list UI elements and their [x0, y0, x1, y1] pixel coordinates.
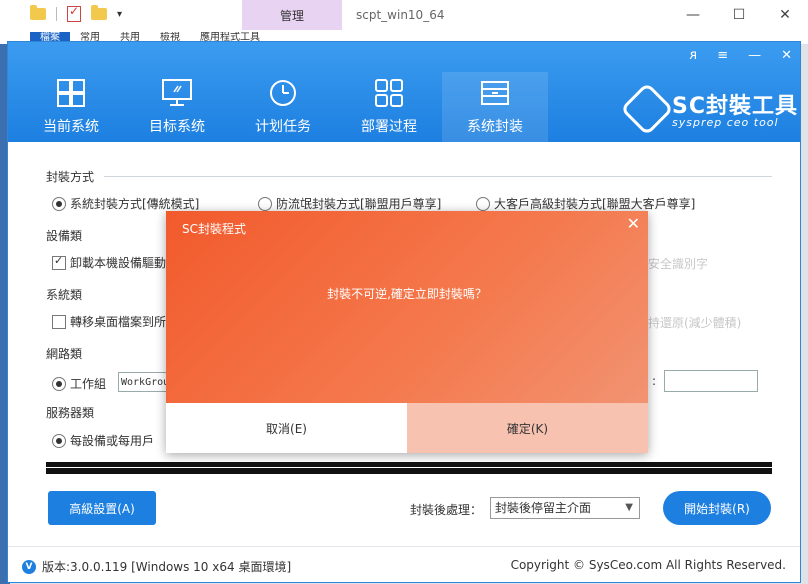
nav-target-system[interactable]: 目标系统	[124, 72, 230, 142]
dialog-message: 封裝不可逆,確定立即封裝嗎？	[327, 287, 487, 301]
dialog-title: SC封裝程式	[182, 222, 246, 236]
section-title-network: 網路類	[46, 347, 83, 361]
dialog-body: SC封裝程式 ✕ 封裝不可逆,確定立即封裝嗎？	[166, 211, 648, 403]
new-folder-icon[interactable]	[91, 5, 107, 20]
checkbox[interactable]	[52, 254, 66, 270]
confirm-button[interactable]: 確定(K)	[407, 403, 648, 453]
radio-button[interactable]	[52, 433, 66, 448]
brand-subtitle: sysprep ceo tool	[672, 116, 779, 129]
main-nav: 当前系统 目标系统 计划任务 部署过程 系统封装	[18, 72, 548, 142]
windows-icon	[57, 79, 85, 107]
divider	[104, 176, 772, 177]
radio-button[interactable]	[258, 196, 272, 211]
version-text: 版本:3.0.0.119 [Windows 10 x64 桌面環境]	[42, 560, 292, 574]
progress-bar	[46, 462, 772, 474]
field-colon: :	[652, 374, 657, 388]
app-close-button[interactable]: ✕	[781, 48, 792, 63]
nav-label: 系统封装	[467, 119, 523, 135]
properties-icon[interactable]	[67, 4, 81, 22]
footer-divider	[8, 546, 800, 547]
start-package-button[interactable]: 開始封裝(R)	[663, 491, 771, 525]
radio-label: 大客戶高級封裝方式[聯盟大客戶尊享]	[494, 197, 696, 211]
copyright-text: Copyright © SysCeo.com All Rights Reserv…	[510, 558, 786, 572]
quick-access-toolbar: ▾	[30, 4, 122, 22]
radio-label: 系統封裝方式[傳統模式]	[70, 197, 200, 211]
checkbox-label: 卸載本機設備驅動	[70, 256, 167, 270]
radio-enterprise[interactable]: 大客戶高級封裝方式[聯盟大客戶尊享]	[476, 195, 695, 212]
brand-text: SC封裝工具 sysprep ceo tool	[672, 88, 798, 129]
section-title-system: 系統類	[46, 288, 83, 302]
dropdown-arrow-icon[interactable]: ▾	[117, 9, 122, 20]
nav-label: 计划任务	[255, 119, 311, 135]
version-icon: V	[22, 559, 36, 574]
nav-scheduled-tasks[interactable]: 计划任务	[230, 72, 336, 142]
maximize-button[interactable]: ☐	[716, 0, 762, 30]
folder-icon[interactable]	[30, 5, 46, 20]
cancel-button[interactable]: 取消(E)	[166, 403, 407, 453]
explorer-window-controls: — ☐ ✕	[670, 0, 808, 30]
radio-workgroup[interactable]: 工作組	[52, 375, 106, 392]
nav-current-system[interactable]: 当前系统	[18, 72, 124, 142]
faded-option-label: 持還原(減少體積)	[648, 316, 742, 330]
close-icon[interactable]: ✕	[627, 214, 640, 233]
section-title-device: 設備類	[46, 229, 83, 243]
checkbox-uninstall-drivers[interactable]: 卸載本機設備驅動	[52, 254, 166, 271]
context-tab-manage[interactable]: 管理	[242, 0, 342, 30]
explorer-title-bar: ▾ 管理 scpt_win10_64 — ☐ ✕ 檔案 常用 共用 檢視 應用程…	[0, 0, 808, 44]
version-info: V 版本:3.0.0.119 [Windows 10 x64 桌面環境]	[22, 558, 291, 575]
app-minimize-button[interactable]: —	[748, 48, 761, 63]
radio-anti-rogue[interactable]: 防流氓封裝方式[聯盟用戶尊享]	[258, 195, 441, 212]
close-button[interactable]: ✕	[762, 0, 808, 30]
brand: SC封裝工具 sysprep ceo tool	[620, 81, 798, 136]
nav-system-package[interactable]: 系统封装	[442, 72, 548, 142]
select-value: 封裝後停留主介面	[495, 501, 592, 515]
checkbox[interactable]	[52, 314, 66, 329]
separator-icon	[56, 7, 57, 21]
section-title-server: 服務器類	[46, 406, 95, 420]
monitor-icon	[162, 79, 192, 106]
menu-icon[interactable]: ≡	[717, 48, 728, 63]
nav-deploy-process[interactable]: 部署过程	[336, 72, 442, 142]
radio-per-device[interactable]: 每設備或每用戶	[52, 432, 154, 449]
checkbox-label: 轉移桌面檔案到所	[70, 315, 167, 329]
grid-icon	[375, 79, 403, 107]
faded-option-label: 安全識別字	[648, 257, 709, 271]
clock-icon	[270, 80, 296, 106]
after-pack-label: 封裝後處理：	[410, 503, 483, 517]
after-pack-select[interactable]: 封裝後停留主介面 ▼	[490, 497, 640, 519]
network-right-input[interactable]	[664, 370, 758, 392]
app-header: ᴙ ≡ — ✕ 当前系统 目标系统 计划任务 部署过程 系统封装 SC封裝工具 …	[8, 42, 800, 142]
radio-button[interactable]	[52, 376, 66, 391]
radio-label: 工作組	[70, 377, 107, 391]
radio-traditional[interactable]: 系統封裝方式[傳統模式]	[52, 195, 199, 212]
explorer-window-title: scpt_win10_64	[356, 8, 445, 22]
radio-button[interactable]	[476, 196, 490, 211]
advanced-settings-button[interactable]: 高級設置(A)	[48, 491, 156, 525]
nav-label: 当前系统	[43, 119, 99, 135]
radio-label: 防流氓封裝方式[聯盟用戶尊享]	[276, 197, 442, 211]
minimize-button[interactable]: —	[670, 0, 716, 30]
nav-label: 部署过程	[361, 119, 417, 135]
section-title-pack-mode: 封裝方式	[46, 170, 95, 184]
box-icon	[481, 81, 509, 105]
chevron-down-icon: ▼	[625, 502, 633, 513]
nav-label: 目标系统	[149, 119, 205, 135]
app-title-controls: ᴙ ≡ — ✕	[689, 48, 792, 63]
checkbox-move-desktop[interactable]: 轉移桌面檔案到所	[52, 313, 166, 330]
logo-icon	[620, 81, 674, 136]
radio-button[interactable]	[52, 196, 66, 211]
confirm-dialog: SC封裝程式 ✕ 封裝不可逆,確定立即封裝嗎？ 取消(E) 確定(K)	[166, 211, 648, 453]
radio-label: 每設備或每用戶	[70, 434, 155, 448]
user-icon[interactable]: ᴙ	[689, 48, 697, 63]
